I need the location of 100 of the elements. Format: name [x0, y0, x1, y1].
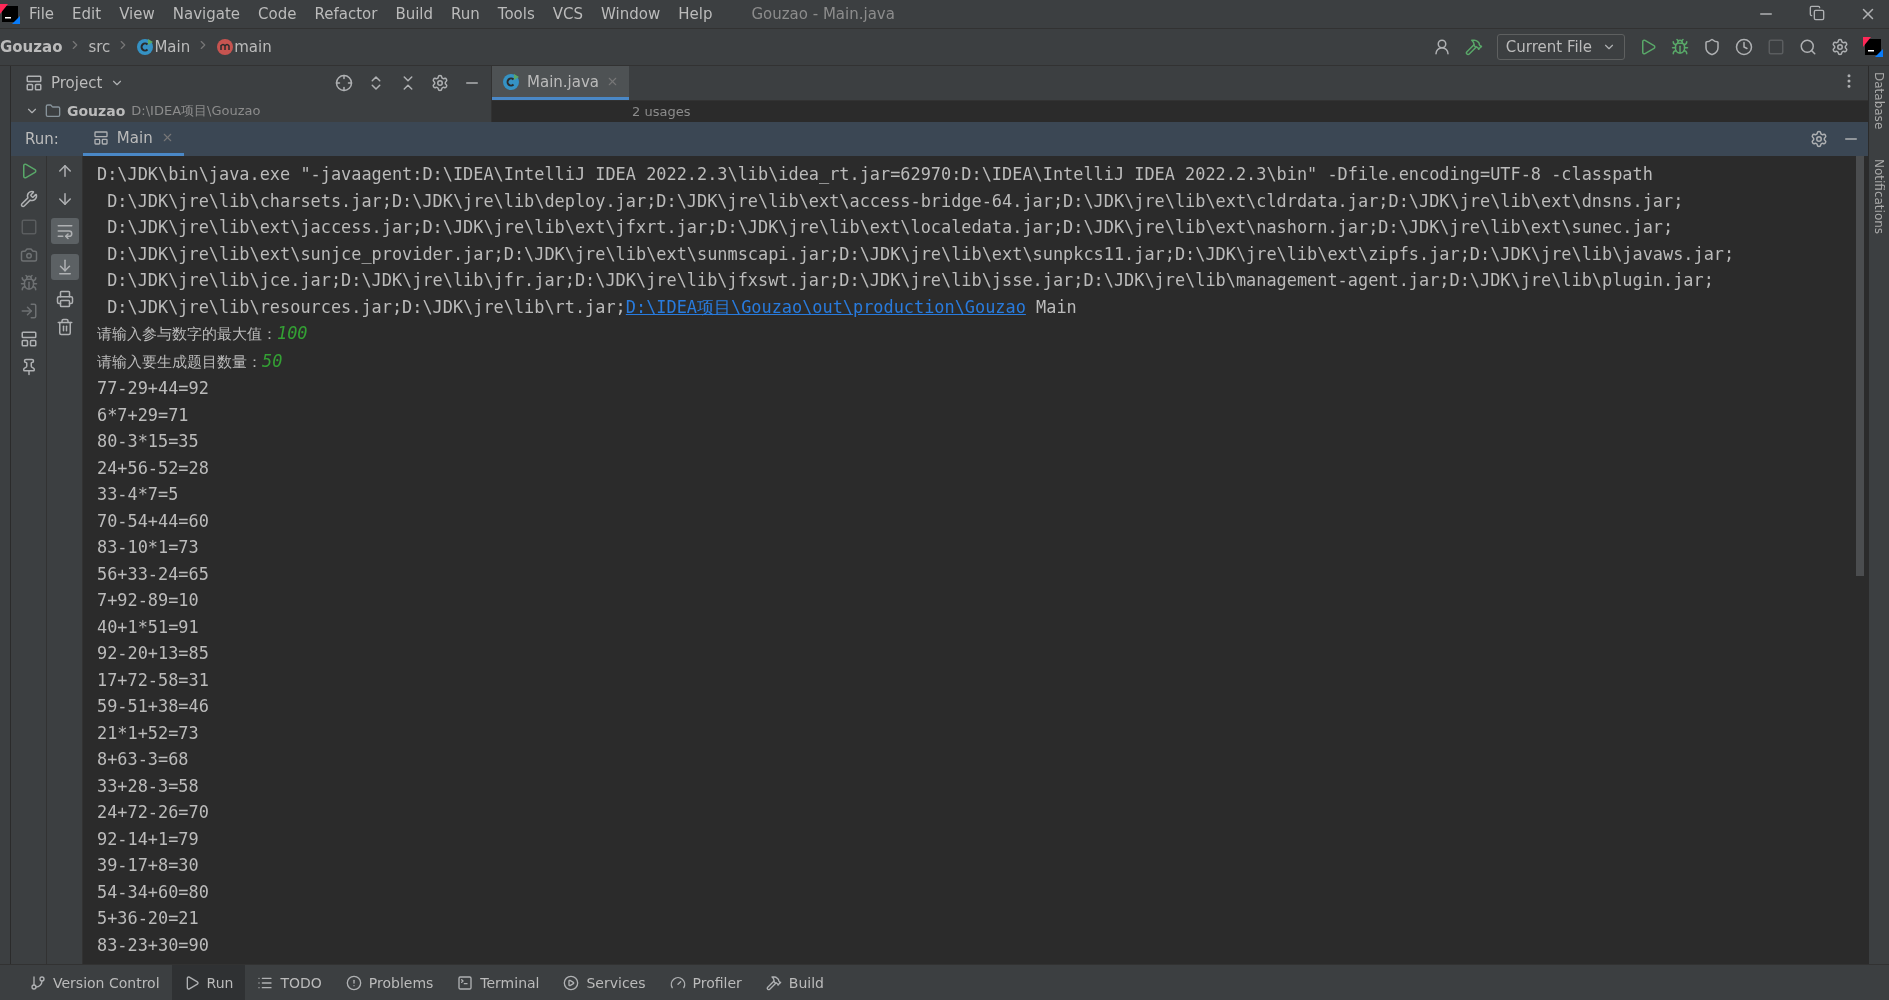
- wrench-icon[interactable]: [19, 190, 38, 208]
- console-line: 80-3*15=35: [97, 430, 200, 453]
- menu-item[interactable]: Run: [442, 5, 489, 23]
- folder-icon: [45, 103, 61, 119]
- usages-hint: 2 usages: [632, 104, 691, 119]
- console-line: 83-23+30=90: [97, 933, 210, 957]
- settings-icon[interactable]: [431, 74, 449, 92]
- run-panel-title: Run:: [25, 130, 59, 148]
- console-line: D:\JDK\bin\java.exe "-javaagent:D:\IDEA\IntelliJ IDEA 2022.2.3\lib\idea_rt.jar=62970:D:\IDEA\IntelliJ IDEA 2022.2.3\bin" -Dfile.encoding=UTF-8 -classpath: [97, 163, 1654, 186]
- scrollbar-thumb[interactable]: [1856, 156, 1864, 576]
- console-prompt: 请输入要生成题目数量：: [97, 352, 262, 371]
- tree-item-path: D:\IDEA项目\Gouzao: [131, 102, 261, 120]
- console-line: 6*7+29=71: [97, 403, 190, 427]
- tool-window-button[interactable]: Profiler: [657, 965, 754, 1000]
- trash-icon[interactable]: [55, 318, 74, 336]
- tool-window-button[interactable]: TODO: [245, 965, 334, 1000]
- menu-item[interactable]: View: [110, 5, 164, 23]
- entered-value-text: 50: [262, 350, 283, 371]
- restore-icon[interactable]: [1809, 5, 1825, 21]
- build-icon[interactable]: [1464, 38, 1483, 56]
- console-line: 70-54+44=60: [97, 509, 210, 533]
- run-icon[interactable]: [1639, 38, 1657, 56]
- menu-item[interactable]: Edit: [63, 5, 111, 23]
- console-line: 24+72-26=70: [97, 801, 210, 824]
- class-icon: [502, 72, 520, 91]
- console-line: 92-14+1=79: [97, 827, 200, 851]
- breadcrumb[interactable]: src: [88, 38, 111, 56]
- tool-window-button[interactable]: Version Control: [18, 965, 172, 1000]
- breadcrumb[interactable]: Gouzao: [0, 38, 63, 56]
- console-line: 54-34+60=80: [97, 880, 210, 904]
- editor-tab[interactable]: Main.java: [492, 66, 629, 100]
- menu-item[interactable]: Code: [249, 5, 306, 23]
- console-line: D:\JDK\jre\lib\jce.jar;D:\JDK\jre\lib\jfr.jar;D:\JDK\jre\lib\jfxswt.jar;D:\JDK\jre\lib\jsse.jar;D:\JDK\jre\lib\management-agent.jar;D:\JDK\jre\lib\plugin.jar;: [106, 269, 1715, 292]
- locate-icon[interactable]: [335, 74, 353, 92]
- tool-window-button[interactable]: Problems: [333, 965, 446, 1000]
- hammer-icon: [765, 974, 782, 991]
- menu-item[interactable]: Navigate: [163, 5, 250, 23]
- console-line: 7+92-89=10: [97, 589, 200, 612]
- side-tool-tab[interactable]: Notifications: [1872, 159, 1886, 235]
- console-line: D:\JDK\jre\lib\ext\jaccess.jar;D:\JDK\jre\lib\ext\jfxrt.jar;D:\JDK\jre\lib\ext\localedata.jar;D:\JDK\jre\lib\ext\nashorn.jar;D:\JDK\jre\lib\ext\sunec.jar;: [106, 216, 1675, 239]
- method-icon: [216, 38, 235, 56]
- menu-item[interactable]: Build: [386, 5, 443, 23]
- console-line: 24+56-52=28: [97, 456, 210, 480]
- output-path-link[interactable]: D:\IDEA项目\Gouzao\out\production\Gouzao: [625, 296, 1026, 317]
- settings-icon[interactable]: [1810, 130, 1828, 148]
- panel-icon: [25, 74, 43, 92]
- project-view-selector[interactable]: Project: [25, 74, 125, 92]
- console-line: 59-51+38=46: [97, 695, 210, 718]
- console-line: 92-20+13=85: [97, 642, 210, 665]
- menu-item[interactable]: Tools: [488, 5, 544, 23]
- menu-item[interactable]: Refactor: [305, 5, 387, 23]
- run-config-dropdown[interactable]: Current File: [1496, 34, 1625, 60]
- console-line: 5+36-20=21: [97, 907, 200, 930]
- settings-icon[interactable]: [1831, 38, 1849, 56]
- tool-window-button[interactable]: Run: [171, 965, 246, 1000]
- console-line: D:\JDK\jre\lib\ext\sunjce_provider.jar;D:\JDK\jre\lib\ext\sunmscapi.jar;D:\JDK\jre\lib\ext\sunpkcs11.jar;D:\JDK\jre\lib\ext\zipfs.jar;D:\JDK\jre\lib\javaws.jar;: [106, 242, 1736, 266]
- console-line: Main: [1035, 296, 1077, 317]
- console-line: 33-4*7=5: [97, 483, 180, 506]
- tree-item[interactable]: Gouzao: [67, 103, 126, 119]
- scroll-to-end-button[interactable]: [50, 254, 79, 280]
- menu-item[interactable]: Help: [669, 5, 722, 23]
- app-logo: [0, 4, 20, 24]
- play-circle-icon: [563, 974, 580, 991]
- console-line: 83-10*1=73: [97, 536, 200, 559]
- branch-icon: [30, 974, 46, 991]
- console-line: 77-29+44=92: [97, 377, 210, 400]
- console-line: D:\JDK\jre\lib\resources.jar;D:\JDK\jre\lib\rt.jar;: [106, 296, 626, 317]
- breadcrumb[interactable]: main: [234, 38, 272, 56]
- user-icon[interactable]: [1432, 38, 1451, 56]
- alert-icon: [345, 974, 362, 991]
- window-title: Gouzao - Main.java: [751, 5, 895, 23]
- wrap-icon: [55, 222, 74, 240]
- breadcrumb[interactable]: Main: [154, 38, 191, 56]
- console-line: 40+1*51=91: [97, 615, 200, 639]
- console-line: 33+28-3=58: [97, 774, 200, 798]
- tool-window-button[interactable]: Services: [551, 965, 658, 1000]
- tool-window-button[interactable]: Build: [753, 965, 836, 1000]
- entered-value-text: 100: [277, 323, 308, 343]
- stop-icon: [1767, 38, 1785, 56]
- menu-item[interactable]: Window: [592, 5, 670, 23]
- console-line: 56+33-24=65: [97, 562, 210, 586]
- tool-window-button[interactable]: Terminal: [445, 965, 552, 1000]
- debug-icon[interactable]: [1671, 38, 1689, 56]
- console-line: 39-17+8=30: [97, 854, 200, 877]
- gauge-icon: [669, 974, 686, 991]
- print-icon[interactable]: [55, 290, 74, 308]
- soft-wrap-button[interactable]: [50, 218, 79, 244]
- console-line: D:\JDK\jre\lib\charsets.jar;D:\JDK\jre\lib\deploy.jar;D:\JDK\jre\lib\ext\access-bridge-64.jar;D:\JDK\jre\lib\ext\cldrdata.jar;D:\JDK\jre\lib\ext\dnsns.jar;: [106, 189, 1685, 213]
- menu-item[interactable]: File: [20, 5, 64, 23]
- search-icon[interactable]: [1799, 38, 1817, 56]
- menu-item[interactable]: VCS: [543, 5, 593, 23]
- layout-icon[interactable]: [19, 330, 38, 348]
- console-line: 17+72-58=31: [97, 668, 210, 692]
- console-prompt: 请输入参与数字的最大值：: [97, 325, 277, 343]
- console-line: 8+63-3=68: [97, 748, 190, 771]
- class-icon: [136, 38, 155, 56]
- stop-icon: [19, 218, 38, 236]
- console-line: 21*1+52=73: [97, 721, 200, 745]
- terminal-icon: [457, 974, 474, 991]
- side-tool-tab[interactable]: Database: [1872, 72, 1886, 130]
